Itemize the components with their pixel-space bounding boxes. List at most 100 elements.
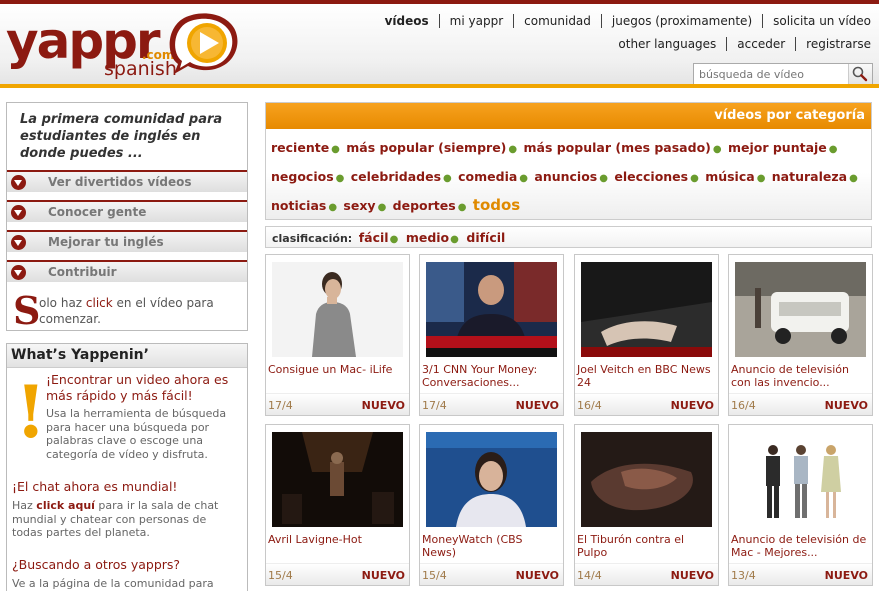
category-link[interactable]: celebridades [351, 169, 441, 184]
category-link-all[interactable]: todos [473, 196, 520, 214]
new-badge: NUEVO [824, 569, 868, 582]
search-input[interactable] [694, 64, 848, 84]
classification-bar: clasificación: fácil● medio● difícil [265, 226, 872, 248]
video-card[interactable]: El Tiburón contra el Pulpo 14/4 NUEVO [574, 424, 719, 586]
video-title[interactable]: Anuncio de televisión con las invencio..… [731, 363, 869, 389]
menu-label: Conocer gente [48, 205, 147, 219]
video-date: 15/4 [422, 569, 447, 582]
video-title[interactable]: Joel Veitch en BBC News 24 [577, 363, 715, 389]
menu-contribuir[interactable]: Contribuir [7, 260, 247, 282]
category-link[interactable]: naturaleza [772, 169, 847, 184]
video-title[interactable]: Anuncio de televisión de Mac - Mejores..… [731, 533, 869, 559]
yappenin-panel: What’s Yappenin’ ! ¡Encontrar un video a… [6, 343, 248, 591]
new-badge: NUEVO [515, 399, 559, 412]
video-card[interactable]: Consigue un Mac- iLife 17/4 NUEVO [265, 254, 410, 416]
category-link[interactable]: elecciones [614, 169, 688, 184]
video-thumbnail[interactable] [581, 432, 712, 527]
category-links: reciente ● más popular (siempre) ● más pop… [271, 135, 867, 222]
video-footer: 17/4 NUEVO [420, 393, 563, 415]
intro-panel: La primera comunidad para estudiantes de… [6, 102, 248, 331]
nav-registrarse[interactable]: registrarse [795, 37, 871, 51]
menu-label: Mejorar tu inglés [48, 235, 164, 249]
video-footer: 14/4 NUEVO [575, 563, 718, 585]
level-medium[interactable]: medio [406, 230, 449, 245]
video-footer: 13/4 NUEVO [729, 563, 872, 585]
video-card[interactable]: Joel Veitch en BBC News 24 16/4 NUEVO [574, 254, 719, 416]
nav-other-languages[interactable]: other languages [608, 37, 726, 51]
category-link[interactable]: anuncios [534, 169, 597, 184]
category-link[interactable]: deportes [393, 198, 456, 213]
video-date: 16/4 [577, 399, 602, 412]
new-badge: NUEVO [361, 569, 405, 582]
category-link[interactable]: comedia [458, 169, 517, 184]
video-thumbnail[interactable] [735, 432, 866, 527]
video-card[interactable]: Anuncio de televisión con las invencio..… [728, 254, 873, 416]
video-card[interactable]: Avril Lavigne-Hot 15/4 NUEVO [265, 424, 410, 586]
click-text-emphasis: click [85, 296, 113, 310]
level-easy[interactable]: fácil [359, 230, 389, 245]
new-badge: NUEVO [824, 399, 868, 412]
search-button[interactable] [848, 64, 872, 84]
video-card[interactable]: MoneyWatch (CBS News) 15/4 NUEVO [419, 424, 564, 586]
video-footer: 15/4 NUEVO [266, 563, 409, 585]
video-title[interactable]: Consigue un Mac- iLife [268, 363, 406, 376]
video-thumbnail[interactable] [272, 432, 403, 527]
news-body-chat: Haz click aquí para ir la sala de chat m… [12, 499, 234, 540]
video-date: 13/4 [731, 569, 756, 582]
news-heading-search: ¡Encontrar un video ahora es más rápido … [46, 372, 229, 403]
category-link[interactable]: más popular (mes pasado) [523, 140, 710, 155]
click-text-start: olo haz [39, 296, 86, 310]
chevron-down-icon [11, 265, 26, 280]
news-heading-community: ¿Buscando a otros yapprs? [12, 557, 181, 572]
category-link[interactable]: negocios [271, 169, 334, 184]
video-thumbnail[interactable] [735, 262, 866, 357]
video-thumbnail[interactable] [272, 262, 403, 357]
category-link[interactable]: mejor puntaje [728, 140, 827, 155]
site-logo[interactable]: yappr .com spanish [6, 10, 246, 86]
new-badge: NUEVO [361, 399, 405, 412]
category-link[interactable]: sexy [343, 198, 375, 213]
video-title[interactable]: El Tiburón contra el Pulpo [577, 533, 715, 559]
video-thumbnail[interactable] [581, 262, 712, 357]
video-card[interactable]: Anuncio de televisión de Mac - Mejores..… [728, 424, 873, 586]
video-date: 17/4 [422, 399, 447, 412]
chevron-down-icon [11, 175, 26, 190]
category-link[interactable]: más popular (siempre) [346, 140, 506, 155]
primary-nav: vídeos mi yappr comunidad juegos (proxim… [375, 14, 871, 28]
video-footer: 17/4 NUEVO [266, 393, 409, 415]
category-link[interactable]: noticias [271, 198, 326, 213]
category-row: reciente ● más popular (siempre) ● más pop… [271, 140, 838, 155]
menu-conocer-gente[interactable]: Conocer gente [7, 200, 247, 222]
video-card[interactable]: 3/1 CNN Your Money: Conversaciones... 17… [419, 254, 564, 416]
nav-juegos[interactable]: juegos (proximamente) [600, 14, 762, 28]
category-link[interactable]: música [705, 169, 755, 184]
video-thumbnail[interactable] [426, 432, 557, 527]
chat-link[interactable]: click aquí [36, 499, 95, 512]
intro-text: La primera comunidad para estudiantes de… [20, 112, 223, 161]
new-badge: NUEVO [515, 569, 559, 582]
video-date: 17/4 [268, 399, 293, 412]
news-heading-chat: ¡El chat ahora es mundial! [12, 479, 178, 494]
play-bubble-icon [169, 13, 238, 75]
yappenin-title: What’s Yappenin’ [7, 344, 247, 368]
category-link[interactable]: reciente [271, 140, 329, 155]
video-title[interactable]: Avril Lavigne-Hot [268, 533, 406, 546]
click-instruction: S olo haz click en el vídeo para comenza… [13, 291, 243, 331]
news-body-search: Usa la herramienta de búsqueda para hace… [46, 407, 227, 461]
menu-mejorar-ingles[interactable]: Mejorar tu inglés [7, 230, 247, 252]
exclamation-icon: ! [15, 369, 47, 454]
video-title[interactable]: 3/1 CNN Your Money: Conversaciones... [422, 363, 560, 389]
nav-mi-yappr[interactable]: mi yappr [438, 14, 513, 28]
menu-ver-videos[interactable]: Ver divertidos vídeos [7, 170, 247, 192]
nav-comunidad[interactable]: comunidad [513, 14, 601, 28]
nav-solicita-video[interactable]: solicita un vídeo [762, 14, 871, 28]
category-row: noticias ● sexy ● deportes ● todos [271, 196, 521, 214]
level-hard[interactable]: difícil [466, 230, 505, 245]
nav-acceder[interactable]: acceder [726, 37, 795, 51]
video-thumbnail[interactable] [426, 262, 557, 357]
menu-label: Contribuir [48, 265, 117, 279]
video-footer: 16/4 NUEVO [575, 393, 718, 415]
video-date: 15/4 [268, 569, 293, 582]
video-title[interactable]: MoneyWatch (CBS News) [422, 533, 560, 559]
nav-videos[interactable]: vídeos [375, 14, 439, 28]
